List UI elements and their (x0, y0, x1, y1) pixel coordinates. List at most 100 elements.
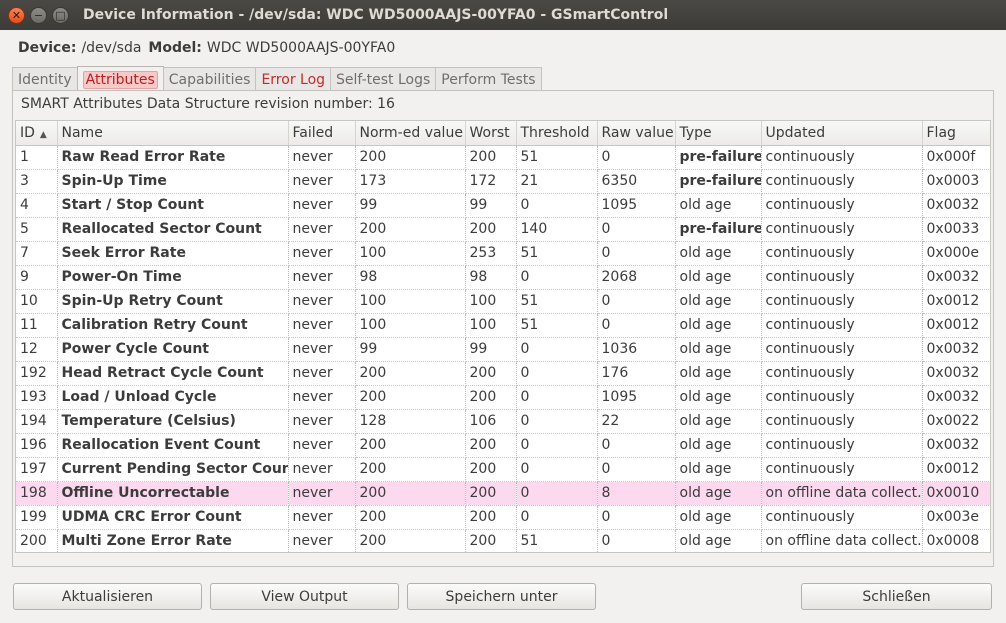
cell-norm: 200 (355, 433, 466, 458)
cell-threshold: 0 (516, 265, 598, 290)
table-row[interactable]: 9 Power-On Time never 98 98 0 2068 old age conti… (16, 265, 990, 290)
cell-type: old age (675, 457, 762, 482)
cell-id: 10 (16, 289, 58, 314)
cell-updated: continuously (761, 385, 923, 410)
cell-norm: 173 (355, 169, 466, 194)
cell-worst: 200 (465, 457, 517, 482)
column-header-raw-value[interactable]: Raw value (597, 121, 676, 146)
table-row[interactable]: 5 Reallocated Sector Count never 200 200 140 0… (16, 217, 990, 242)
table-row[interactable]: 197 Current Pending Sector Count never 200 2… (16, 457, 990, 482)
cell-failed: never (288, 361, 356, 386)
save-as-button[interactable]: Speichern unter (407, 583, 596, 610)
view-output-button[interactable]: View Output (210, 583, 399, 610)
column-header-id[interactable]: ID ▲ (16, 121, 58, 146)
tab-perform-tests[interactable]: Perform Tests (435, 67, 542, 91)
cell-norm: 128 (355, 409, 466, 434)
tab-attributes[interactable]: Attributes (76, 66, 164, 92)
table-row[interactable]: 200 Multi Zone Error Rate never 200 200 51 0 ol… (16, 529, 990, 552)
cell-name: Current Pending Sector Count (57, 457, 289, 482)
cell-norm: 99 (355, 337, 466, 362)
cell-id: 193 (16, 385, 58, 410)
cell-updated: continuously (761, 313, 923, 338)
column-header-name[interactable]: Name (57, 121, 289, 146)
cell-threshold: 0 (516, 337, 598, 362)
cell-worst: 106 (465, 409, 517, 434)
cell-raw: 0 (597, 289, 676, 314)
table-row[interactable]: 196 Reallocation Event Count never 200 200 0 0… (16, 433, 990, 458)
table-row[interactable]: 3 Spin-Up Time never 173 172 21 6350 pre-failur… (16, 169, 990, 194)
table-row[interactable]: 10 Spin-Up Retry Count never 100 100 51 0 old a… (16, 289, 990, 314)
cell-id: 196 (16, 433, 58, 458)
cell-id: 7 (16, 241, 58, 266)
button-label: Aktualisieren (61, 588, 154, 605)
cell-id: 9 (16, 265, 58, 290)
column-header-normed-value[interactable]: Norm-ed value (355, 121, 466, 146)
cell-raw: 6350 (597, 169, 676, 194)
cell-flag: 0x0032 (922, 337, 990, 362)
cell-id: 198 (16, 481, 58, 506)
tab-identity[interactable]: Identity (12, 67, 78, 91)
cell-raw: 22 (597, 409, 676, 434)
table-row[interactable]: 1 Raw Read Error Rate never 200 200 51 0 pre-fa… (16, 145, 990, 170)
close-button[interactable]: Schließen (801, 583, 992, 610)
button-label: View Output (261, 588, 348, 605)
cell-id: 11 (16, 313, 58, 338)
tab-error-log[interactable]: Error Log (255, 67, 332, 91)
refresh-button[interactable]: Aktualisieren (13, 583, 202, 610)
cell-name: Multi Zone Error Rate (57, 529, 289, 552)
cell-raw: 0 (597, 529, 676, 552)
maximize-icon: □ (55, 8, 66, 22)
window-titlebar[interactable]: ✕ − □ Device Information - /dev/sda: WDC… (0, 0, 1006, 30)
window-maximize-button[interactable]: □ (52, 6, 69, 24)
cell-name: Offline Uncorrectable (57, 481, 289, 506)
cell-raw: 1036 (597, 337, 676, 362)
cell-norm: 99 (355, 193, 466, 218)
cell-failed: never (288, 265, 356, 290)
cell-worst: 99 (465, 193, 517, 218)
table-row[interactable]: 11 Calibration Retry Count never 100 100 51 0 o… (16, 313, 990, 338)
cell-worst: 172 (465, 169, 517, 194)
column-header-flag[interactable]: Flag (922, 121, 990, 146)
cell-updated: continuously (761, 457, 923, 482)
table-row[interactable]: 199 UDMA CRC Error Count never 200 200 0 0 old … (16, 505, 990, 530)
cell-flag: 0x000e (922, 241, 990, 266)
table-row[interactable]: 193 Load / Unload Cycle never 200 200 0 1095 ol… (16, 385, 990, 410)
cell-norm: 200 (355, 457, 466, 482)
cell-worst: 253 (465, 241, 517, 266)
cell-id: 1 (16, 145, 58, 170)
cell-flag: 0x0010 (922, 481, 990, 506)
sort-ascending-icon: ▲ (39, 129, 47, 140)
cell-name: Calibration Retry Count (57, 313, 289, 338)
cell-flag: 0x0003 (922, 169, 990, 194)
column-header-type[interactable]: Type (675, 121, 762, 146)
attributes-table[interactable]: ID ▲ Name Failed Norm-ed value Worst Thre… (15, 120, 991, 553)
table-row[interactable]: 4 Start / Stop Count never 99 99 0 1095 old age… (16, 193, 990, 218)
table-row[interactable]: 194 Temperature (Celsius) never 128 106 0 22 ol… (16, 409, 990, 434)
device-info-line: Device: /dev/sda Model: WDC WD5000AAJS-0… (18, 38, 402, 58)
table-row[interactable]: 7 Seek Error Rate never 100 253 51 0 old age con… (16, 241, 990, 266)
column-header-failed[interactable]: Failed (288, 121, 356, 146)
window-close-button[interactable]: ✕ (8, 6, 25, 24)
cell-type: old age (675, 337, 762, 362)
column-header-updated[interactable]: Updated (761, 121, 923, 146)
tab-bar: Identity Attributes Capabilities Error L… (12, 66, 542, 92)
cell-norm: 200 (355, 385, 466, 410)
cell-threshold: 0 (516, 361, 598, 386)
cell-type: old age (675, 265, 762, 290)
attributes-panel: SMART Attributes Data Structure revision… (12, 90, 994, 567)
cell-id: 12 (16, 337, 58, 362)
cell-name: Spin-Up Time (57, 169, 289, 194)
table-row[interactable]: 198 Offline Uncorrectable never 200 200 0 8 old… (16, 481, 990, 506)
tab-self-test-logs[interactable]: Self-test Logs (330, 67, 437, 91)
cell-id: 5 (16, 217, 58, 242)
column-header-worst[interactable]: Worst (465, 121, 517, 146)
column-header-threshold[interactable]: Threshold (516, 121, 598, 146)
tab-capabilities[interactable]: Capabilities (162, 67, 257, 91)
cell-name: Power Cycle Count (57, 337, 289, 362)
button-label: Schließen (862, 588, 931, 605)
window-minimize-button[interactable]: − (30, 6, 47, 24)
cell-threshold: 0 (516, 409, 598, 434)
table-row[interactable]: 192 Head Retract Cycle Count never 200 200 0 1… (16, 361, 990, 386)
table-row[interactable]: 12 Power Cycle Count never 99 99 0 1036 old age… (16, 337, 990, 362)
cell-worst: 100 (465, 289, 517, 314)
